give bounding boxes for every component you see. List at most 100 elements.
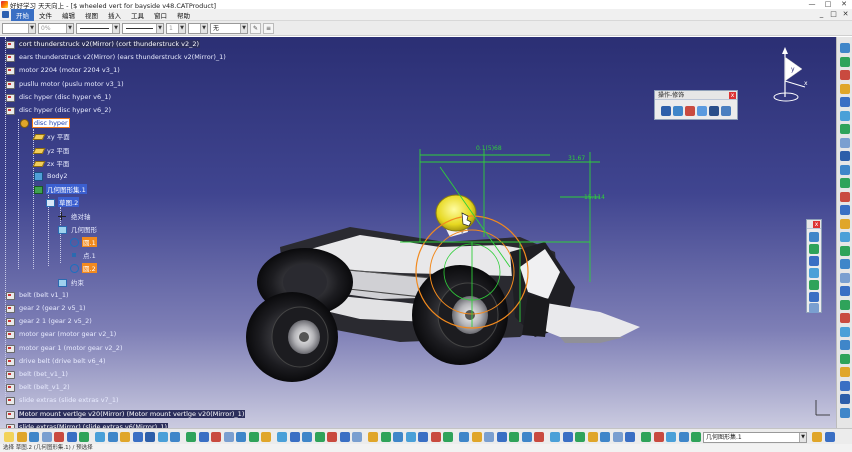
shell-icon[interactable] — [697, 106, 707, 116]
toolbar-icon[interactable] — [352, 432, 362, 442]
draft-icon[interactable] — [685, 106, 695, 116]
tool-icon[interactable] — [840, 380, 850, 391]
menu-edit[interactable]: 编辑 — [57, 9, 80, 21]
toolbar-icon[interactable] — [41, 432, 52, 442]
toolbar-icon[interactable] — [812, 432, 822, 442]
tree-node[interactable]: zx 平面 — [34, 158, 70, 168]
tool-icon[interactable] — [840, 178, 850, 188]
menu-help[interactable]: 帮助 — [172, 9, 195, 21]
tool-icon[interactable] — [840, 407, 850, 418]
toolbar-icon[interactable] — [261, 432, 271, 442]
toolbar-icon[interactable] — [120, 432, 130, 442]
toolbar-icon[interactable] — [145, 432, 155, 442]
tool-icon[interactable] — [840, 83, 850, 94]
tool-icon[interactable] — [840, 326, 850, 337]
toolbar-icon[interactable] — [66, 432, 77, 442]
fillet-icon[interactable] — [661, 106, 671, 116]
toolbar-icon[interactable] — [562, 432, 573, 442]
toolbar-icon[interactable] — [29, 432, 39, 442]
close-icon[interactable]: x — [729, 92, 736, 99]
menu-file[interactable]: 文件 — [34, 9, 57, 21]
highlighted-disc[interactable] — [435, 194, 477, 232]
menu-window[interactable]: 窗口 — [149, 9, 172, 21]
tool-icon[interactable] — [840, 70, 850, 80]
tool-icon[interactable] — [840, 43, 850, 53]
tool-icon[interactable] — [840, 56, 850, 67]
tree-node[interactable]: gear 2 1 (gear 2 v5_2) — [6, 316, 93, 327]
toolbar-icon[interactable] — [186, 432, 196, 442]
floating-toolbar-right[interactable]: x — [806, 219, 822, 313]
tree-node[interactable]: motor gear (motor gear v2_1) — [6, 329, 117, 340]
tree-node[interactable]: 绝对轴 — [58, 211, 92, 221]
tool-icon[interactable] — [840, 110, 850, 121]
tool-icon[interactable] — [840, 259, 850, 269]
current-geometric-set-select[interactable]: 几何图形集.1 ▼ — [703, 432, 807, 443]
tool-icon[interactable] — [840, 299, 850, 310]
tool-icon[interactable] — [840, 97, 850, 107]
toolbar-icon[interactable] — [534, 432, 544, 442]
toolbar-icon[interactable] — [368, 432, 378, 442]
toolbar-icon[interactable] — [459, 432, 469, 442]
toolbar-icon[interactable] — [521, 432, 532, 442]
toolbar-icon[interactable] — [16, 432, 27, 442]
tool-icon[interactable] — [840, 151, 850, 161]
toolbar-icon[interactable] — [302, 432, 312, 442]
toolbar-icon[interactable] — [824, 432, 835, 442]
toolbar-icon[interactable] — [277, 432, 287, 442]
revolve-icon[interactable] — [809, 280, 819, 290]
paintbrush-icon[interactable]: ✎ — [250, 22, 261, 34]
tree-node[interactable]: belt (belt v1_1) — [6, 290, 70, 300]
toolbar-icon[interactable] — [327, 432, 337, 442]
tree-node[interactable]: 点.1 — [70, 250, 97, 260]
toolbar-icon[interactable] — [223, 432, 234, 442]
toolbar-icon[interactable] — [339, 432, 350, 442]
tree-node[interactable]: slide extras (slide extras v7_1) — [6, 395, 120, 406]
doc-close-button[interactable]: ✕ — [841, 10, 850, 19]
properties-icon[interactable]: ≡ — [263, 22, 274, 34]
toolbar-icon[interactable] — [79, 432, 89, 442]
tool-icon[interactable] — [840, 205, 850, 215]
tool-icon[interactable] — [840, 164, 850, 175]
doc-restore-button[interactable]: □ — [829, 10, 838, 19]
floating-toolbar-title[interactable]: x — [807, 220, 821, 229]
tool-icon[interactable] — [840, 367, 850, 377]
tree-node[interactable]: disc hyper (disc hyper v6_1) — [6, 92, 112, 102]
tree-node[interactable]: belt (belt_v1_2) — [6, 382, 71, 393]
floating-toolbar-title[interactable]: 操作-修饰 x — [655, 91, 737, 100]
doc-minimize-button[interactable]: _ — [817, 10, 826, 19]
tree-node[interactable]: belt (bet_v1_1) — [6, 369, 69, 379]
tree-node[interactable]: Body2 — [34, 171, 69, 181]
toolbar-icon[interactable] — [95, 432, 105, 442]
tree-node[interactable]: 草图.2 — [46, 197, 80, 208]
toolbar-icon[interactable] — [600, 432, 610, 442]
menu-insert[interactable]: 插入 — [103, 9, 126, 21]
chamfer-icon[interactable] — [673, 106, 683, 116]
tree-node[interactable]: ears thunderstruck v2(Mirror) (ears thun… — [6, 52, 227, 63]
thickness-icon[interactable] — [709, 106, 719, 116]
tool-icon[interactable] — [840, 232, 850, 242]
thread-icon[interactable] — [721, 106, 731, 116]
tree-node[interactable]: gear 2 (gear 2 v5_1) — [6, 303, 87, 313]
line-weight-select[interactable]: 1 ▼ — [166, 22, 186, 34]
close-button[interactable]: ✕ — [836, 0, 852, 9]
toolbar-icon[interactable] — [471, 432, 482, 442]
tool-icon[interactable] — [840, 137, 850, 148]
toolbar-icon[interactable] — [550, 432, 560, 442]
tree-node[interactable]: disc hyper (disc hyper v6_2) — [6, 105, 112, 115]
toolbar-icon[interactable] — [653, 432, 664, 442]
tool-icon[interactable] — [840, 218, 850, 229]
tool-icon[interactable] — [840, 286, 850, 296]
tree-node[interactable]: pusllu motor (puslu motor v3_1) — [6, 79, 125, 89]
toolbar-icon[interactable] — [691, 432, 701, 442]
toolbar-icon[interactable] — [484, 432, 494, 442]
toolbar-icon[interactable] — [587, 432, 598, 442]
floating-toolbar-top[interactable]: 操作-修饰 x — [654, 90, 738, 120]
toolbar-icon[interactable] — [666, 432, 676, 442]
toolbar-icon[interactable] — [211, 432, 221, 442]
fill-color-select[interactable]: ▼ — [2, 22, 36, 34]
toolbar-icon[interactable] — [157, 432, 168, 442]
toolbar-icon[interactable] — [612, 432, 623, 442]
toolbar-icon[interactable] — [170, 432, 180, 442]
extrude-icon[interactable] — [809, 268, 819, 278]
tool-icon[interactable] — [840, 394, 850, 404]
